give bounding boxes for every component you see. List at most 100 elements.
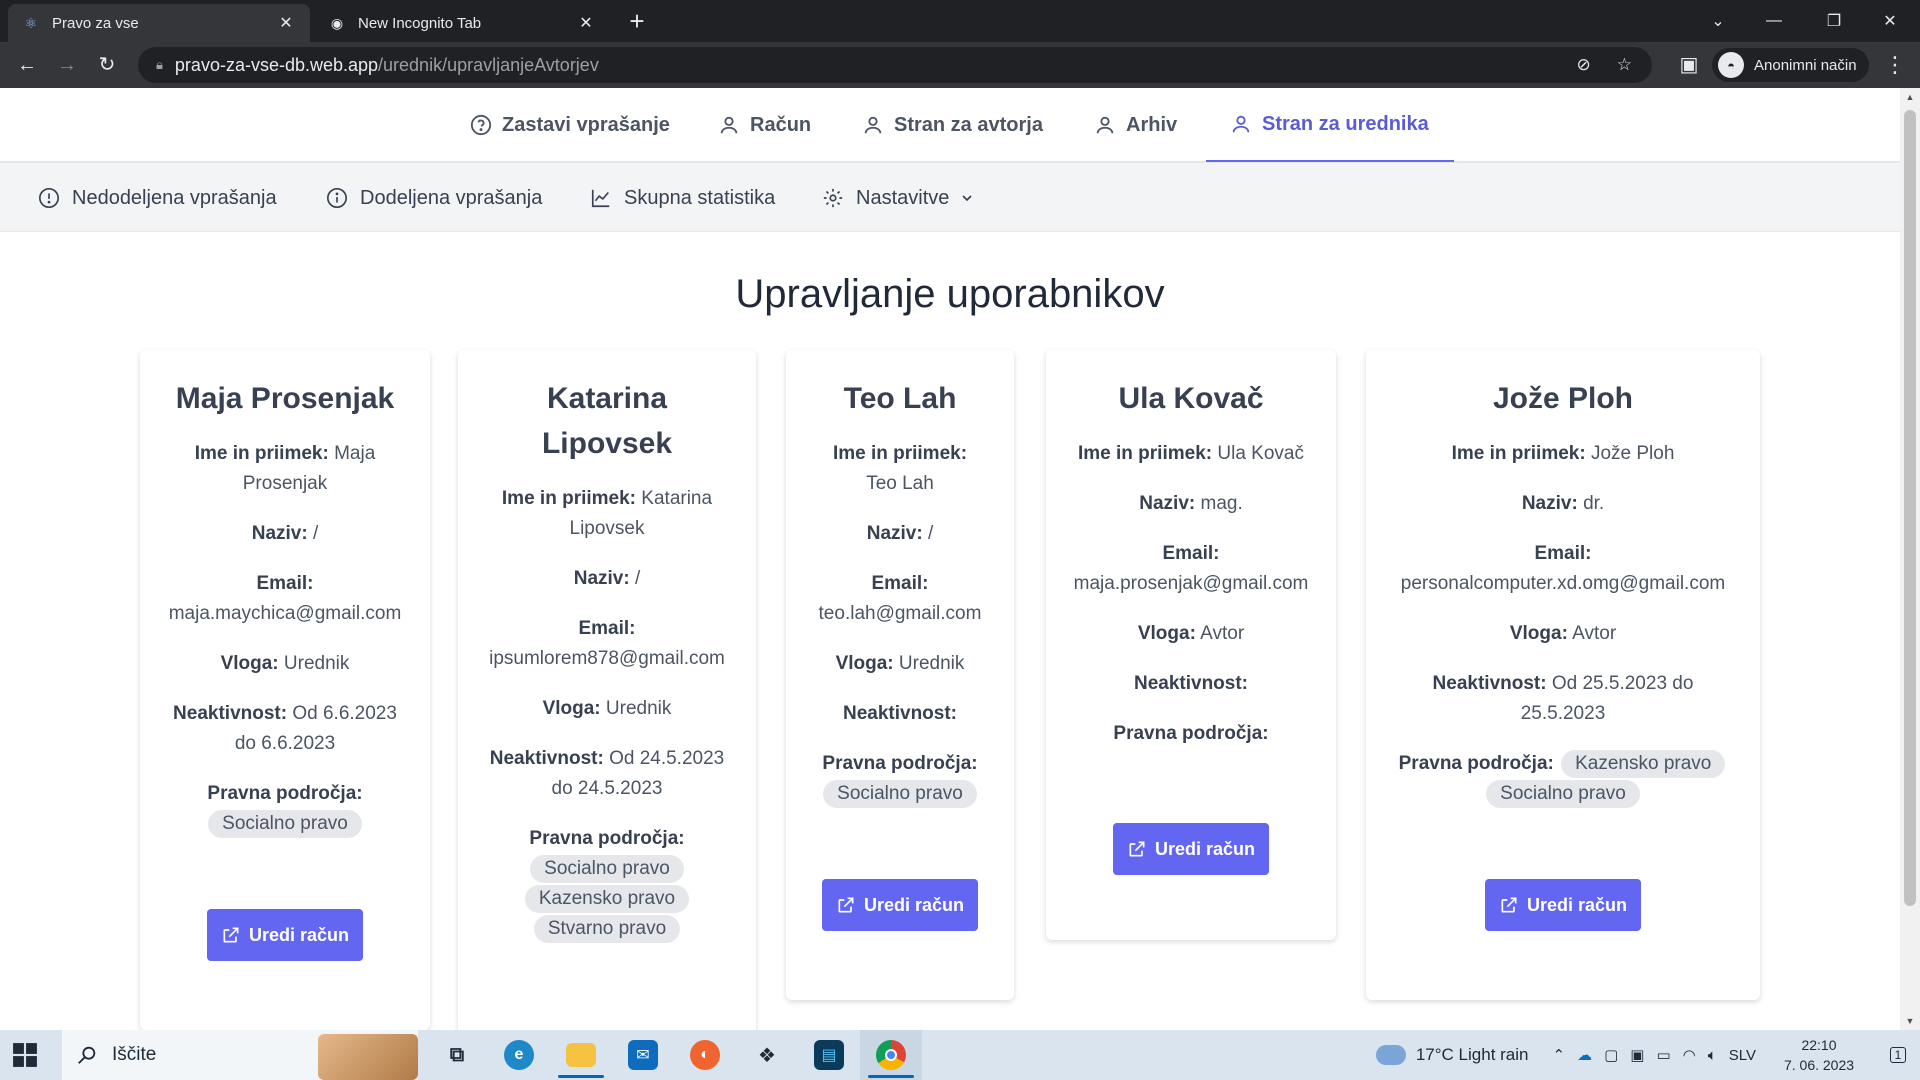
chevron-up-icon[interactable]: ⌃	[1553, 1046, 1566, 1064]
title-row: Naziv: mag.	[1139, 493, 1243, 514]
external-link-icon	[223, 927, 239, 943]
editor-subnavigation: Nedodeljena vprašanja Dodeljena vprašanj…	[0, 162, 1900, 232]
email-row: Email: personalcomputer.xd.omg@gmail.com	[1400, 543, 1726, 594]
firefox-icon[interactable]: ◐	[674, 1030, 736, 1080]
close-tab-icon[interactable]: ✕	[576, 13, 596, 33]
name-row: Ime in priimek: Katarina Lipovsek	[501, 488, 713, 539]
subnav-label: Nastavitve	[856, 186, 950, 209]
incognito-profile-button[interactable]: ◓ Anonimni način	[1712, 48, 1869, 82]
tab-search-chevron-icon[interactable]: ⌄	[1688, 0, 1748, 42]
nav-zastavi-vprasanje[interactable]: Zastavi vprašanje	[470, 88, 670, 162]
taskbar-search-box[interactable]: Iščite	[62, 1030, 418, 1080]
role-row: Vloga: Urednik	[220, 653, 350, 674]
onedrive-icon[interactable]: ☁	[1577, 1046, 1592, 1064]
system-tray: 17°C Light rain ⌃ ☁ ▢ ▣ ▭ ◠ 🔈︎ SLV 22:10…	[1375, 1030, 1920, 1080]
chart-line-icon	[591, 189, 610, 208]
minimize-button[interactable]: —	[1744, 0, 1804, 42]
role-row: Vloga: Urednik	[542, 698, 672, 719]
question-circle-icon	[470, 114, 492, 136]
subnav-nedodeljena-vprasanja[interactable]: Nedodeljena vprašanja	[38, 163, 277, 233]
edit-account-button[interactable]: Uredi račun	[1484, 879, 1642, 931]
notification-center-icon[interactable]: 1	[1876, 1030, 1920, 1080]
meet-icon[interactable]: ▣	[1630, 1046, 1644, 1064]
nav-label: Račun	[750, 113, 812, 136]
mail-icon[interactable]: ✉	[612, 1030, 674, 1080]
edit-account-button[interactable]: Uredi račun	[821, 879, 979, 931]
weather-text: 17°C Light rain	[1415, 1045, 1529, 1064]
user-card-heading: Maja Prosenjak	[175, 382, 395, 415]
external-link-icon	[838, 897, 854, 913]
edge-icon[interactable]: e	[488, 1030, 550, 1080]
terminal-app-icon[interactable]: ▤	[798, 1030, 860, 1080]
close-tab-icon[interactable]: ✕	[276, 13, 296, 33]
device-icon[interactable]: ▢	[1604, 1046, 1618, 1064]
page-scrollbar[interactable]: ▲ ▼	[1900, 88, 1920, 1030]
nav-racun[interactable]: Račun	[718, 88, 811, 162]
info-circle-icon	[327, 188, 347, 208]
address-bar[interactable]: 🔒︎ pravo-za-vse-db.web.app/urednik/uprav…	[138, 47, 1652, 83]
volume-icon[interactable]: 🔈︎	[1708, 1047, 1717, 1064]
user-card-heading: Katarina Lipovsek	[541, 382, 673, 460]
language-indicator[interactable]: SLV	[1729, 1047, 1756, 1064]
area-chip: Kazensko pravo	[524, 885, 690, 913]
clock[interactable]: 22:10 7. 06. 2023	[1774, 1035, 1864, 1075]
role-row: Vloga: Avtor	[1137, 623, 1245, 644]
dropbox-icon[interactable]: ❖	[736, 1030, 798, 1080]
edit-account-button[interactable]: Uredi račun	[1112, 823, 1270, 875]
eye-off-icon[interactable]: ⊘	[1577, 55, 1591, 75]
areas-row: Pravna področja: Kazensko pravo Socialno…	[1380, 749, 1746, 809]
user-card: Katarina Lipovsek Ime in priimek: Katari…	[458, 350, 756, 1030]
star-icon[interactable]: ☆	[1617, 55, 1632, 75]
user-card: Jože Ploh Ime in priimek: Jože Ploh Nazi…	[1366, 350, 1760, 1000]
incognito-favicon-icon: ◉	[330, 14, 344, 31]
tab-pravo-za-vse[interactable]: ⚛ Pravo za vse ✕	[8, 4, 310, 42]
forward-arrow-icon[interactable]: →	[52, 50, 82, 80]
main-navigation: Zastavi vprašanje Račun Stran za avtorja…	[0, 88, 1900, 162]
restore-button[interactable]: ❐	[1804, 0, 1864, 42]
search-placeholder: Iščite	[112, 1044, 157, 1065]
scrollbar-thumb[interactable]	[1904, 110, 1916, 906]
react-favicon-icon: ⚛	[24, 14, 38, 31]
nav-label: Arhiv	[1126, 113, 1178, 136]
subnav-skupna-statistika[interactable]: Skupna statistika	[590, 163, 775, 233]
taskbar-apps: ⧉ e ✉ ◐ ❖ ▤	[426, 1030, 922, 1080]
cloud-rain-icon	[1375, 1045, 1406, 1065]
areas-row: Pravna področja: Socialno pravo	[154, 779, 416, 839]
close-window-button[interactable]: ✕	[1860, 0, 1920, 42]
edit-account-button[interactable]: Uredi račun	[206, 909, 364, 961]
inactive-row: Neaktivnost:	[842, 703, 958, 724]
role-row: Vloga: Urednik	[835, 653, 965, 674]
reload-icon[interactable]: ↻	[92, 50, 122, 80]
back-arrow-icon[interactable]: ←	[12, 50, 42, 80]
windows-start-icon[interactable]	[12, 1042, 38, 1068]
weather-widget[interactable]: 17°C Light rain	[1375, 1045, 1529, 1065]
scroll-up-arrow-icon[interactable]: ▲	[1900, 92, 1920, 102]
user-icon	[1096, 116, 1114, 134]
tab-title: Pravo za vse	[52, 14, 139, 32]
nav-stran-za-avtorja[interactable]: Stran za avtorja	[862, 88, 1043, 162]
menu-kebab-icon[interactable]: ⋮	[1880, 50, 1910, 80]
subnav-dodeljena-vprasanja[interactable]: Dodeljena vprašanja	[326, 163, 542, 233]
subnav-nastavitve-dropdown[interactable]: Nastavitve	[822, 163, 975, 233]
area-chip: Kazensko pravo	[1561, 750, 1726, 778]
area-chip: Socialno pravo	[530, 855, 684, 883]
new-tab-button[interactable]: +	[622, 6, 652, 36]
incognito-icon: ◓	[1718, 52, 1744, 78]
nav-arhiv[interactable]: Arhiv	[1094, 88, 1177, 162]
url-path: /urednik/upravljanjeAvtorjev	[378, 54, 599, 75]
name-row: Ime in priimek: Ula Kovač	[1078, 443, 1304, 464]
areas-row: Pravna področja: Socialno pravo	[800, 749, 1000, 809]
chrome-icon[interactable]	[860, 1030, 922, 1080]
nav-stran-za-urednika[interactable]: Stran za urednika	[1206, 88, 1454, 162]
title-row: Naziv: dr.	[1521, 493, 1605, 514]
task-view-icon[interactable]: ⧉	[426, 1030, 488, 1080]
tab-new-incognito[interactable]: ◉ New Incognito Tab ✕	[314, 4, 610, 42]
wifi-icon[interactable]: ◠	[1683, 1046, 1696, 1064]
nav-label: Stran za avtorja	[894, 113, 1043, 136]
file-explorer-icon[interactable]	[550, 1030, 612, 1080]
scroll-down-arrow-icon[interactable]: ▼	[1900, 1016, 1920, 1026]
role-row: Vloga: Avtor	[1509, 623, 1617, 644]
nav-label: Zastavi vprašanje	[502, 113, 670, 136]
side-panel-icon[interactable]: ▣	[1674, 50, 1704, 80]
battery-icon[interactable]: ▭	[1656, 1046, 1670, 1064]
